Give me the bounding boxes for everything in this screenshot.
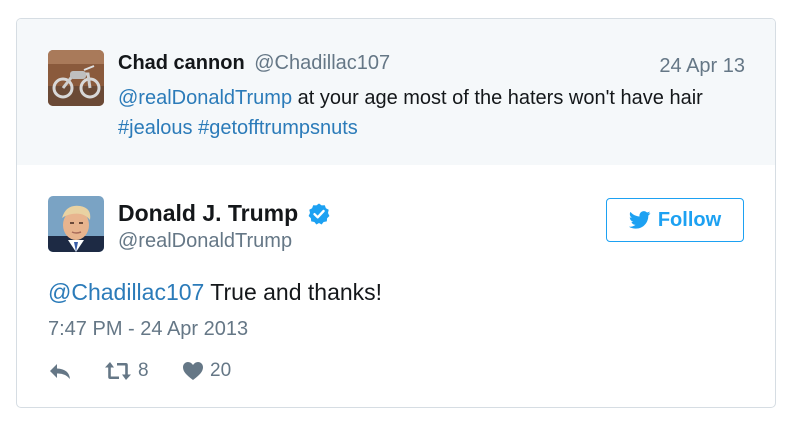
context-mention-link[interactable]: @realDonaldTrump xyxy=(118,87,292,109)
bird-icon xyxy=(628,211,651,229)
context-tweet-text: @realDonaldTrump at your age most of the… xyxy=(118,83,758,143)
tweet-text: @Chadillac107 True and thanks! xyxy=(48,279,382,306)
hashtag-link-jealous[interactable]: #jealous xyxy=(118,117,193,139)
retweet-icon xyxy=(105,362,131,380)
tweet-timestamp[interactable]: 7:47 PM - 24 Apr 2013 xyxy=(48,318,248,341)
reply-context: Chad cannon @Chadillac107 24 Apr 13 @rea… xyxy=(17,19,775,165)
reply-button[interactable] xyxy=(48,361,104,381)
author-avatar[interactable] xyxy=(48,196,104,252)
tweet-text-body: True and thanks! xyxy=(204,279,383,305)
like-count: 20 xyxy=(210,360,232,381)
context-author-name[interactable]: Chad cannon xyxy=(118,52,245,74)
tweet-actions: 8 20 xyxy=(48,359,231,383)
follow-button[interactable]: Follow xyxy=(606,198,744,242)
retweet-count: 8 xyxy=(138,360,149,381)
embedded-tweet-card: Chad cannon @Chadillac107 24 Apr 13 @rea… xyxy=(16,18,776,408)
context-date[interactable]: 24 Apr 13 xyxy=(659,55,745,78)
reply-arrow-icon xyxy=(50,364,70,379)
retweet-button[interactable]: 8 xyxy=(104,360,182,382)
context-author-avatar[interactable] xyxy=(48,50,104,106)
author-name[interactable]: Donald J. Trump xyxy=(118,200,298,227)
context-author-handle[interactable]: @Chadillac107 xyxy=(254,52,390,74)
context-text-body: at your age most of the haters won't hav… xyxy=(292,87,703,109)
author-handle[interactable]: @realDonaldTrump xyxy=(118,230,292,253)
like-button[interactable]: 20 xyxy=(182,360,231,382)
hashtag-link-getofftrumpsnuts[interactable]: #getofftrumpsnuts xyxy=(198,117,358,139)
verified-badge-icon xyxy=(307,202,331,226)
mention-link[interactable]: @Chadillac107 xyxy=(48,279,204,305)
follow-label: Follow xyxy=(657,208,722,231)
heart-icon xyxy=(183,362,203,380)
